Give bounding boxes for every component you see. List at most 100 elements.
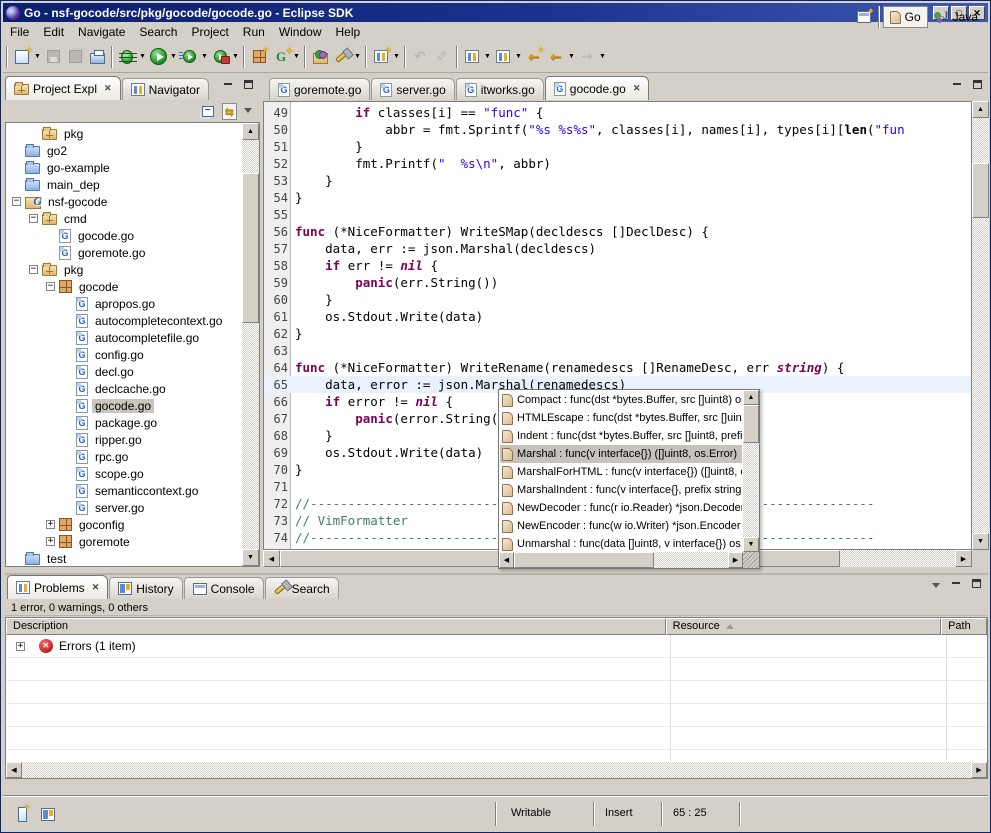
previous-annotation-dropdown[interactable]: ▼ — [514, 45, 523, 69]
editor-tab-goremote-go[interactable]: goremote.go — [269, 78, 370, 100]
title-bar[interactable]: Go - nsf-gocode/src/pkg/gocode/gocode.go… — [3, 3, 988, 22]
problems-horizontal-scrollbar[interactable]: ◀ ▶ — [6, 762, 987, 778]
tree-item-decl-go[interactable]: decl.go — [6, 363, 242, 380]
expand-toggle-icon[interactable]: + — [46, 537, 55, 546]
debug-button[interactable] — [116, 45, 138, 69]
explorer-view-menu-button[interactable] — [240, 104, 256, 118]
next-annotation-dropdown[interactable]: ▼ — [483, 45, 492, 69]
tree-item-test[interactable]: test — [6, 550, 242, 566]
completion-item-compact[interactable]: Compact : func(dst *bytes.Buffer, src []… — [500, 391, 742, 409]
menu-edit[interactable]: Edit — [36, 23, 71, 41]
new-go-element-dropdown[interactable]: ▼ — [292, 45, 301, 69]
tree-item-go-example[interactable]: go-example — [6, 159, 242, 176]
scroll-thumb[interactable] — [514, 552, 654, 568]
menu-file[interactable]: File — [3, 23, 36, 41]
search-dropdown[interactable]: ▼ — [353, 45, 362, 69]
code-line[interactable]: 49 if classes[i] == "func" { — [264, 104, 971, 121]
collapse-toggle-icon[interactable]: − — [29, 214, 38, 223]
problems-view-menu-button[interactable] — [928, 579, 944, 593]
code-line[interactable]: 51 } — [264, 138, 971, 155]
editor-tab-gocode-go[interactable]: gocode.go✕ — [545, 76, 650, 100]
fast-view-button[interactable] — [37, 802, 59, 826]
view-tab-search[interactable]: Search — [265, 577, 339, 599]
code-line[interactable]: 58 if err != nil { — [264, 257, 971, 274]
external-tools-button[interactable] — [209, 45, 231, 69]
save-button[interactable] — [42, 45, 64, 69]
editor-minimize-button[interactable] — [949, 80, 965, 94]
forward-button[interactable]: → — [576, 45, 598, 69]
collapse-toggle-icon[interactable]: − — [29, 265, 38, 274]
popup-resize-grip[interactable] — [743, 552, 759, 568]
tree-item-cmd[interactable]: −cmd — [6, 210, 242, 227]
perspective-java-button[interactable]: Java — [928, 7, 984, 27]
code-line[interactable]: 55 — [264, 206, 971, 223]
view-tab-problems[interactable]: Problems✕ — [7, 575, 108, 599]
menu-project[interactable]: Project — [184, 23, 235, 41]
tree-item-semanticcontext-go[interactable]: semanticcontext.go — [6, 482, 242, 499]
menu-window[interactable]: Window — [272, 23, 329, 41]
expand-toggle-icon[interactable]: + — [46, 520, 55, 529]
scroll-right-arrow[interactable]: ▶ — [955, 550, 972, 567]
completion-item-newencoder[interactable]: NewEncoder : func(w io.Writer) *json.Enc… — [500, 517, 742, 535]
scroll-thumb[interactable] — [972, 163, 989, 218]
code-line[interactable]: 64func (*NiceFormatter) WriteRename(rena… — [264, 359, 971, 376]
problems-minimize-button[interactable] — [948, 579, 964, 593]
tree-item-autocompletefile-go[interactable]: autocompletefile.go — [6, 329, 242, 346]
new-task-dropdown[interactable]: ▼ — [392, 45, 401, 69]
scroll-up-arrow[interactable]: ▲ — [972, 101, 989, 118]
explorer-maximize-button[interactable] — [240, 80, 256, 94]
save-all-button[interactable] — [64, 45, 86, 69]
run-dropdown[interactable]: ▼ — [169, 45, 178, 69]
scroll-down-arrow[interactable]: ▼ — [743, 537, 759, 552]
tree-item-go2[interactable]: go2 — [6, 142, 242, 159]
print-button[interactable] — [86, 45, 108, 69]
search-button[interactable] — [331, 45, 353, 69]
menu-navigate[interactable]: Navigate — [71, 23, 132, 41]
scroll-down-arrow[interactable]: ▼ — [972, 533, 989, 550]
editor-maximize-button[interactable] — [969, 80, 985, 94]
column-header-resource[interactable]: Resource — [666, 618, 941, 635]
tree-item-autocompletecontext-go[interactable]: autocompletecontext.go — [6, 312, 242, 329]
scroll-down-arrow[interactable]: ▼ — [242, 549, 259, 566]
scroll-up-arrow[interactable]: ▲ — [743, 390, 759, 405]
code-line[interactable]: 53 } — [264, 172, 971, 189]
tree-item-ripper-go[interactable]: ripper.go — [6, 431, 242, 448]
tree-item-nsf-gocode[interactable]: −nsf-gocode — [6, 193, 242, 210]
tree-item-declcache-go[interactable]: declcache.go — [6, 380, 242, 397]
debug-dropdown[interactable]: ▼ — [138, 45, 147, 69]
view-tab-project-expl[interactable]: Project Expl✕ — [5, 76, 121, 100]
new-wizard-tray-button[interactable] — [11, 802, 33, 826]
collapse-toggle-icon[interactable]: − — [46, 282, 55, 291]
column-header-description[interactable]: Description — [6, 618, 666, 635]
code-line[interactable]: 61 os.Stdout.Write(data) — [264, 308, 971, 325]
problems-maximize-button[interactable] — [968, 579, 984, 593]
tree-item-config-go[interactable]: config.go — [6, 346, 242, 363]
tree-item-package-go[interactable]: package.go — [6, 414, 242, 431]
tree-item-main-dep[interactable]: main_dep — [6, 176, 242, 193]
tree-vertical-scrollbar[interactable]: ▲ ▼ — [242, 123, 259, 566]
new-wizard-button[interactable] — [11, 45, 33, 69]
completion-item-htmlescape[interactable]: HTMLEscape : func(dst *bytes.Buffer, src… — [500, 409, 742, 427]
tab-close-icon[interactable]: ✕ — [633, 83, 641, 94]
menu-search[interactable]: Search — [132, 23, 184, 41]
explorer-minimize-button[interactable] — [220, 80, 236, 94]
link-with-editor-button[interactable]: ⇆ — [222, 103, 237, 120]
code-line[interactable]: 63 — [264, 342, 971, 359]
next-annotation-button[interactable] — [461, 45, 483, 69]
scroll-left-arrow[interactable]: ◀ — [6, 762, 22, 778]
scroll-thumb[interactable] — [743, 405, 759, 443]
tree-item-pkg[interactable]: −pkg — [6, 261, 242, 278]
code-line[interactable]: 59 panic(err.String()) — [264, 274, 971, 291]
pin-editor-button[interactable]: ✐ — [431, 45, 453, 69]
view-tab-history[interactable]: History — [109, 577, 182, 599]
run-history-dropdown[interactable]: ▼ — [200, 45, 209, 69]
run-button[interactable] — [147, 45, 169, 69]
code-line[interactable]: 56func (*NiceFormatter) WriteSMap(declde… — [264, 223, 971, 240]
collapse-all-button[interactable] — [197, 99, 219, 123]
popup-vertical-scrollbar[interactable]: ▲ ▼ — [743, 390, 759, 552]
tab-close-icon[interactable]: ✕ — [104, 83, 112, 94]
perspective-go-button[interactable]: Go — [883, 6, 928, 28]
tree-item-gocode-go[interactable]: gocode.go — [6, 397, 242, 414]
view-tab-navigator[interactable]: Navigator — [122, 78, 209, 100]
back-to-gocode-button[interactable]: ← — [523, 45, 545, 69]
